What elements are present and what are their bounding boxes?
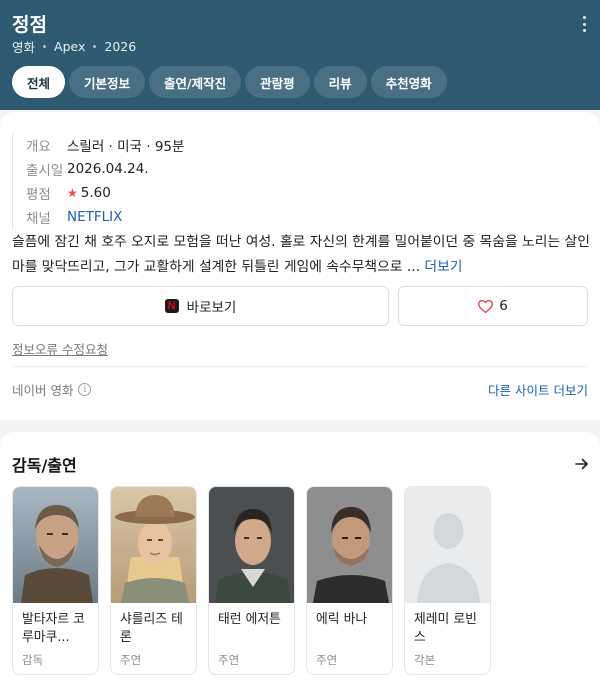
meta-separator bbox=[43, 45, 47, 48]
actor-photo bbox=[111, 487, 196, 603]
tab-all[interactable]: 전체 bbox=[12, 66, 66, 98]
info-value: 스릴러 · 미국 · 95분 bbox=[67, 139, 185, 155]
report-error-link[interactable]: 정보오류 수정요청 bbox=[12, 339, 108, 358]
cast-name: 에릭 바나 bbox=[316, 612, 368, 627]
meta-separator bbox=[93, 45, 97, 48]
movie-info-card: 개요 스릴러 · 미국 · 95분 출시일 2026.04.24. 평점 ★ 5.… bbox=[0, 112, 600, 420]
tab-bar: 전체 기본정보 출연/제작진 관람평 리뷰 추천영화 bbox=[12, 66, 447, 98]
cast-card[interactable]: 태런 에저튼 주연 bbox=[208, 486, 295, 675]
cast-role: 주연 bbox=[316, 653, 338, 667]
cast-card[interactable]: 발타자르 코루마쿠... 감독 bbox=[12, 486, 99, 675]
cast-name: 샤를리즈 테론 bbox=[120, 612, 183, 645]
cast-role: 각본 bbox=[414, 653, 436, 667]
info-label: 채널 bbox=[26, 211, 51, 227]
actor-photo bbox=[209, 487, 294, 603]
cast-card[interactable]: 제레미 로빈스 각본 bbox=[404, 486, 491, 675]
info-row-release: 출시일 2026.04.24. bbox=[26, 157, 184, 181]
movie-header: 정점 영화 Apex 2026 전체 기본정보 출연/제작진 관람평 리뷰 추천… bbox=[0, 0, 600, 110]
movie-title: 정점 bbox=[12, 14, 47, 36]
heart-icon bbox=[478, 299, 494, 313]
rating-value-wrap: ★ 5.60 bbox=[67, 185, 111, 201]
cast-role: 주연 bbox=[120, 653, 142, 667]
cast-name: 태런 에저튼 bbox=[218, 612, 281, 627]
synopsis: 슬픔에 잠긴 채 호주 오지로 모험을 떠난 여성. 홀로 자신의 한계를 밀어… bbox=[12, 230, 592, 280]
cast-section: 감독/출연 발타자르 코루마쿠... 감독 샤를리즈 테론 주연 태런 에저튼 … bbox=[0, 432, 600, 686]
synopsis-more-link[interactable]: 더보기 bbox=[424, 259, 462, 275]
movie-meta: 영화 Apex 2026 bbox=[12, 37, 136, 56]
arrow-right-icon[interactable] bbox=[574, 456, 590, 476]
cast-role: 감독 bbox=[22, 653, 44, 667]
tab-audience-reviews[interactable]: 관람평 bbox=[245, 66, 310, 98]
source-text: 네이버 영화 bbox=[12, 383, 74, 398]
cast-card[interactable]: 에릭 바나 주연 bbox=[306, 486, 393, 675]
like-button[interactable]: 6 bbox=[398, 286, 588, 326]
cast-list: 발타자르 코루마쿠... 감독 샤를리즈 테론 주연 태런 에저튼 주연 에릭 … bbox=[12, 486, 491, 675]
cast-name: 발타자르 코루마쿠... bbox=[22, 612, 85, 645]
cast-name: 제레미 로빈스 bbox=[414, 612, 477, 645]
channel-link[interactable]: NETFLIX bbox=[67, 209, 122, 225]
star-icon: ★ bbox=[67, 186, 78, 200]
cast-card[interactable]: 샤를리즈 테론 주연 bbox=[110, 486, 197, 675]
tab-reviews[interactable]: 리뷰 bbox=[313, 66, 367, 98]
divider bbox=[12, 366, 588, 367]
info-value: 2026.04.24. bbox=[67, 161, 149, 177]
cast-role: 주연 bbox=[218, 653, 240, 667]
info-label: 출시일 bbox=[26, 163, 64, 179]
tab-cast-crew[interactable]: 출연/제작진 bbox=[149, 66, 242, 98]
tab-basic-info[interactable]: 기본정보 bbox=[69, 66, 146, 98]
info-label: 개요 bbox=[26, 139, 51, 155]
other-sites-link[interactable]: 다른 사이트 더보기 bbox=[488, 380, 588, 399]
like-count: 6 bbox=[499, 298, 508, 314]
meta-english-title: Apex bbox=[54, 39, 86, 54]
meta-category: 영화 bbox=[12, 40, 36, 55]
actor-photo bbox=[307, 487, 392, 603]
section-title: 감독/출연 bbox=[12, 456, 77, 475]
synopsis-text: 슬픔에 잠긴 채 호주 오지로 모험을 떠난 여성. 홀로 자신의 한계를 밀어… bbox=[12, 234, 590, 275]
info-row-rating: 평점 ★ 5.60 bbox=[26, 181, 184, 205]
source-label: 네이버 영화 i bbox=[12, 380, 92, 399]
tab-recommended[interactable]: 추천영화 bbox=[370, 66, 447, 98]
info-list: 개요 스릴러 · 미국 · 95분 출시일 2026.04.24. 평점 ★ 5.… bbox=[12, 133, 184, 229]
placeholder-person-icon bbox=[405, 487, 490, 603]
watch-now-label: 바로보기 bbox=[186, 300, 237, 316]
rating-value: 5.60 bbox=[80, 185, 111, 201]
watch-now-button[interactable]: N 바로보기 bbox=[12, 286, 389, 326]
info-label: 평점 bbox=[26, 187, 51, 203]
info-icon[interactable]: i bbox=[78, 383, 92, 396]
director-photo bbox=[13, 487, 98, 603]
info-row-overview: 개요 스릴러 · 미국 · 95분 bbox=[26, 133, 184, 157]
info-row-channel: 채널 NETFLIX bbox=[26, 205, 184, 229]
netflix-icon: N bbox=[164, 299, 179, 313]
more-vertical-icon[interactable] bbox=[576, 14, 592, 34]
meta-year: 2026 bbox=[104, 39, 137, 54]
